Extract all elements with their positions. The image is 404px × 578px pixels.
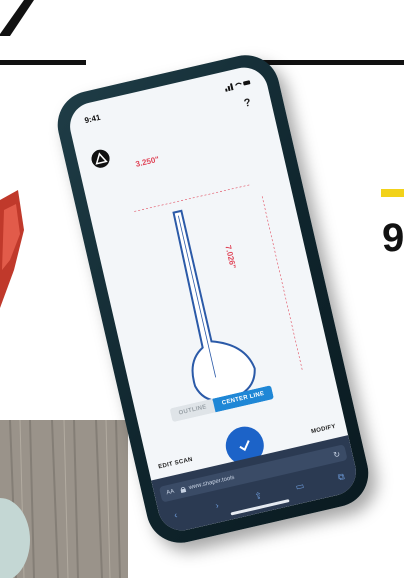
- photo-scene: 9 9:41 ? 3.250" 7.026" OUTLINE CENTER LI…: [0, 0, 404, 578]
- lock-icon: [180, 486, 187, 494]
- forward-icon[interactable]: ›: [210, 498, 224, 512]
- accent-bar: [381, 189, 404, 197]
- edit-scan-button[interactable]: EDIT SCAN: [158, 457, 193, 471]
- text-size-button[interactable]: AA: [166, 489, 175, 497]
- red-object: [0, 190, 24, 308]
- wood-photo: [0, 420, 128, 578]
- scan-outline[interactable]: [100, 126, 314, 415]
- help-icon[interactable]: ?: [243, 97, 252, 110]
- reload-icon[interactable]: ↻: [332, 449, 341, 459]
- slash-graphic: [0, 0, 34, 36]
- back-icon[interactable]: ‹: [168, 508, 182, 522]
- modify-button[interactable]: MODIFY: [311, 424, 337, 436]
- tabs-icon[interactable]: ⧉: [334, 470, 348, 484]
- status-time: 9:41: [83, 112, 102, 126]
- page-number: 9: [382, 216, 404, 260]
- checkmark-icon: [239, 440, 250, 452]
- bookmarks-icon[interactable]: ▭: [293, 479, 307, 493]
- status-icons: [225, 80, 251, 92]
- share-icon[interactable]: ⇪: [251, 489, 265, 503]
